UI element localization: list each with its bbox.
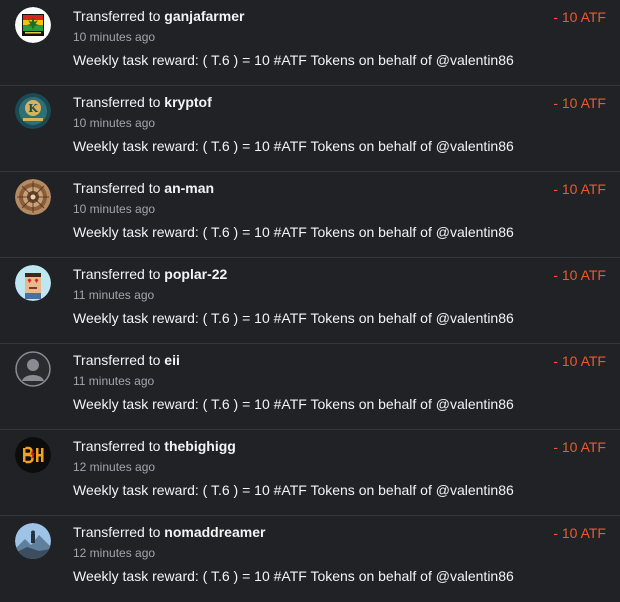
recipient-link[interactable]: eii <box>164 352 180 368</box>
transfer-title: Transferred to kryptof <box>73 94 212 111</box>
recipient-link[interactable]: thebighigg <box>164 438 236 454</box>
avatar-an-man[interactable] <box>15 179 51 215</box>
transfer-title: Transferred to nomaddreamer <box>73 524 265 541</box>
transfer-time: 10 minutes ago <box>73 116 156 130</box>
transfer-amount: - 10 ATF <box>553 525 606 541</box>
transfer-memo: Weekly task reward: ( T.6 ) = 10 #ATF To… <box>73 310 514 326</box>
transfer-prefix: Transferred to <box>73 94 161 110</box>
avatar-eii[interactable] <box>15 351 51 387</box>
avatar-ganjafarmer[interactable] <box>15 7 51 43</box>
an-man-mandala-icon <box>15 179 51 215</box>
transfer-title: Transferred to eii <box>73 352 180 369</box>
recipient-link[interactable]: nomaddreamer <box>164 524 265 540</box>
avatar-thebighigg[interactable] <box>15 437 51 473</box>
transfer-row: Transferred to nomaddreamer 12 minutes a… <box>0 516 620 602</box>
transfer-memo: Weekly task reward: ( T.6 ) = 10 #ATF To… <box>73 224 514 240</box>
transfer-history-list: Transferred to ganjafarmer 10 minutes ag… <box>0 0 620 602</box>
transfer-time: 11 minutes ago <box>73 374 155 388</box>
transfer-prefix: Transferred to <box>73 524 161 540</box>
recipient-link[interactable]: poplar-22 <box>164 266 227 282</box>
transfer-prefix: Transferred to <box>73 180 161 196</box>
transfer-time: 10 minutes ago <box>73 202 156 216</box>
transfer-memo: Weekly task reward: ( T.6 ) = 10 #ATF To… <box>73 568 514 584</box>
poplar-pixel-face-icon <box>15 265 51 301</box>
transfer-row: Transferred to thebighigg 12 minutes ago… <box>0 430 620 516</box>
svg-text:K: K <box>28 102 38 115</box>
transfer-time: 11 minutes ago <box>73 288 155 302</box>
transfer-memo: Weekly task reward: ( T.6 ) = 10 #ATF To… <box>73 52 514 68</box>
mountain-photo-icon <box>15 523 51 559</box>
transfer-title: Transferred to thebighigg <box>73 438 236 455</box>
transfer-memo: Weekly task reward: ( T.6 ) = 10 #ATF To… <box>73 138 514 154</box>
transfer-title: Transferred to an-man <box>73 180 214 197</box>
transfer-time: 12 minutes ago <box>73 546 156 560</box>
bh-monogram-logo-icon <box>15 437 51 473</box>
transfer-memo: Weekly task reward: ( T.6 ) = 10 #ATF To… <box>73 482 514 498</box>
transfer-amount: - 10 ATF <box>553 353 606 369</box>
transfer-amount: - 10 ATF <box>553 439 606 455</box>
default-user-icon <box>15 351 51 387</box>
transfer-prefix: Transferred to <box>73 438 161 454</box>
ganjafarmer-logo-icon <box>15 7 51 43</box>
transfer-amount: - 10 ATF <box>553 9 606 25</box>
transfer-amount: - 10 ATF <box>553 181 606 197</box>
transfer-prefix: Transferred to <box>73 352 161 368</box>
transfer-row: K Transferred to kryptof 10 minutes ago … <box>0 86 620 172</box>
transfer-row: Transferred to poplar-22 11 minutes ago … <box>0 258 620 344</box>
transfer-title: Transferred to poplar-22 <box>73 266 227 283</box>
transfer-title: Transferred to ganjafarmer <box>73 8 244 25</box>
avatar-kryptof[interactable]: K <box>15 93 51 129</box>
transfer-time: 10 minutes ago <box>73 30 156 44</box>
transfer-row: Transferred to eii 11 minutes ago Weekly… <box>0 344 620 430</box>
transfer-amount: - 10 ATF <box>553 267 606 283</box>
transfer-row: Transferred to an-man 10 minutes ago Wee… <box>0 172 620 258</box>
recipient-link[interactable]: ganjafarmer <box>164 8 244 24</box>
transfer-memo: Weekly task reward: ( T.6 ) = 10 #ATF To… <box>73 396 514 412</box>
recipient-link[interactable]: kryptof <box>164 94 211 110</box>
avatar-nomaddreamer[interactable] <box>15 523 51 559</box>
recipient-link[interactable]: an-man <box>164 180 214 196</box>
transfer-amount: - 10 ATF <box>553 95 606 111</box>
transfer-prefix: Transferred to <box>73 266 161 282</box>
transfer-time: 12 minutes ago <box>73 460 156 474</box>
transfer-row: Transferred to ganjafarmer 10 minutes ag… <box>0 0 620 86</box>
avatar-poplar-22[interactable] <box>15 265 51 301</box>
transfer-prefix: Transferred to <box>73 8 161 24</box>
kryptof-coin-logo-icon: K <box>15 93 51 129</box>
